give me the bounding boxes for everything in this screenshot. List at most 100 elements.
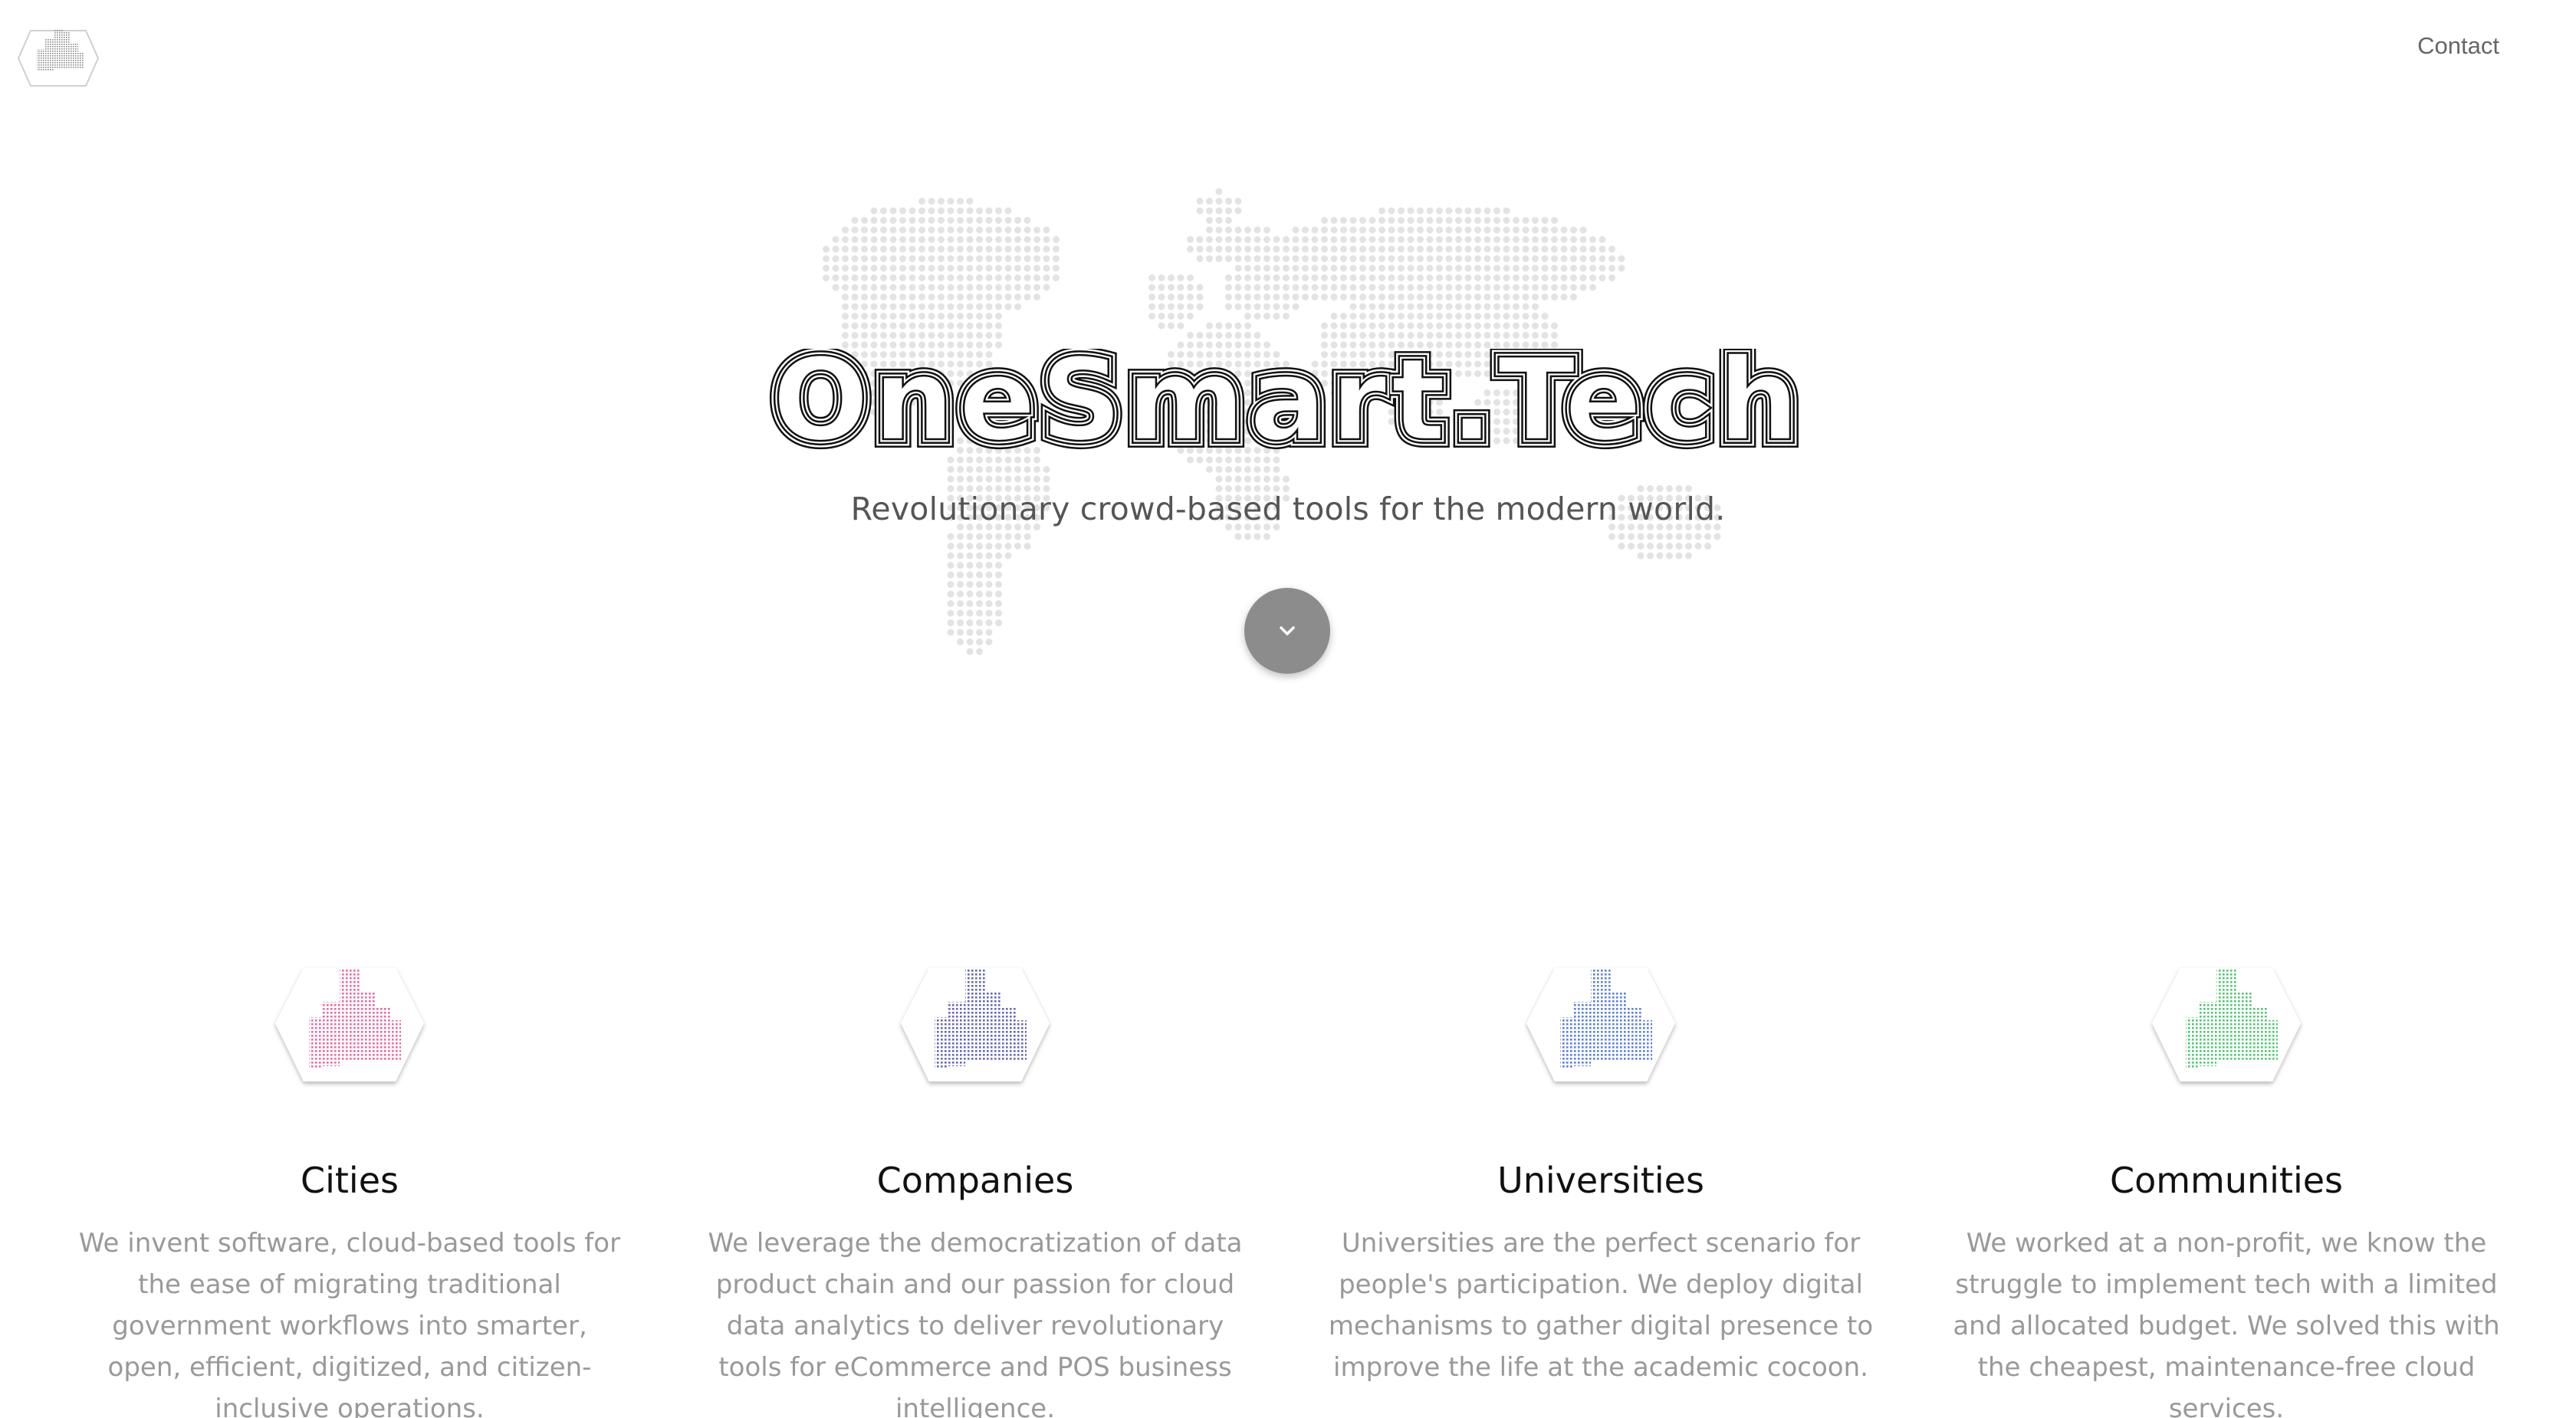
map-dot: [928, 294, 935, 300]
map-dot: [1206, 198, 1213, 205]
map-dot: [1177, 274, 1184, 281]
map-dot: [1388, 236, 1395, 243]
map-dot: [1263, 255, 1270, 262]
map-dot: [1244, 332, 1251, 339]
map-dot: [1004, 552, 1012, 560]
map-dot: [928, 341, 935, 349]
map-dot: [861, 322, 868, 330]
map-dot: [1522, 313, 1530, 320]
map-dot: [1014, 255, 1021, 262]
map-dot: [1004, 226, 1012, 234]
map-dot: [1426, 236, 1434, 243]
map-dot: [1177, 341, 1184, 349]
map-dot: [1330, 294, 1338, 300]
map-dot: [1321, 217, 1328, 224]
map-dot: [1522, 236, 1530, 243]
map-dot: [1464, 207, 1472, 215]
map-dot: [842, 313, 849, 320]
map-dot: [1513, 341, 1520, 349]
map-dot: [976, 533, 983, 540]
map-dot: [1254, 284, 1261, 291]
map-dot: [1311, 294, 1319, 300]
map-dot: [1206, 255, 1213, 262]
map-dot: [1206, 322, 1213, 330]
map-dot: [1024, 217, 1031, 224]
map-dot: [966, 274, 974, 281]
map-dot: [1206, 236, 1213, 243]
map-dot: [995, 217, 1002, 224]
map-dot: [976, 284, 983, 291]
map-dot: [1292, 245, 1300, 253]
map-dot: [1024, 533, 1031, 540]
map-dot: [1302, 284, 1309, 291]
map-dot: [1158, 303, 1165, 310]
map-dot: [1436, 264, 1443, 272]
map-dot: [1608, 245, 1615, 253]
map-dot: [1187, 332, 1194, 339]
map-dot: [1388, 303, 1395, 310]
map-dot: [1234, 284, 1242, 291]
map-dot: [1513, 284, 1520, 291]
feature-description: We worked at a non-profit, we know the s…: [1953, 1228, 2500, 1418]
logo[interactable]: [15, 14, 101, 87]
nav-contact-link[interactable]: Contact: [2417, 32, 2499, 60]
map-dot: [995, 533, 1002, 540]
map-dot: [947, 226, 955, 234]
map-dot: [1407, 207, 1414, 215]
map-dot: [1426, 341, 1434, 349]
map-dot: [1445, 341, 1453, 349]
map-dot: [938, 217, 945, 224]
map-dot: [966, 609, 974, 617]
map-dot: [1043, 236, 1050, 243]
map-dot: [1388, 274, 1395, 281]
map-dot: [995, 581, 1002, 588]
map-dot: [976, 552, 983, 560]
map-dot: [938, 207, 945, 215]
map-dot: [1579, 284, 1587, 291]
map-dot: [1234, 198, 1242, 205]
map-dot: [1033, 226, 1040, 234]
map-dot: [1014, 245, 1021, 253]
map-dot: [1484, 341, 1491, 349]
map-dot: [1168, 303, 1175, 310]
map-dot: [1551, 217, 1558, 224]
map-dot: [1158, 294, 1165, 300]
map-dot: [1426, 313, 1434, 320]
map-dot: [1445, 264, 1453, 272]
map-dot: [1598, 255, 1606, 262]
map-dot: [1378, 284, 1385, 291]
map-dot: [1455, 264, 1462, 272]
map-dot: [918, 322, 925, 330]
map-dot: [1436, 207, 1443, 215]
map-dot: [1330, 236, 1338, 243]
map-dot: [947, 475, 955, 483]
map-dot: [966, 629, 974, 636]
map-dot: [1608, 274, 1615, 281]
map-dot: [1503, 236, 1510, 243]
map-dot: [1541, 284, 1549, 291]
map-dot: [1273, 466, 1280, 473]
map-dot: [861, 236, 868, 243]
map-dot: [1004, 274, 1012, 281]
map-dot: [966, 226, 974, 234]
map-dot: [1273, 274, 1280, 281]
map-dot: [1445, 313, 1453, 320]
map-dot: [1398, 341, 1405, 349]
map-dot: [909, 236, 916, 243]
map-dot: [1254, 274, 1261, 281]
map-dot: [1503, 226, 1510, 234]
map-dot: [1273, 264, 1280, 272]
map-dot: [1417, 207, 1424, 215]
scroll-down-button[interactable]: [1244, 588, 1330, 674]
map-dot: [985, 264, 993, 272]
map-dot: [1206, 245, 1213, 253]
map-dot: [1302, 226, 1309, 234]
map-dot: [976, 341, 983, 349]
map-dot: [851, 236, 859, 243]
map-dot: [1340, 313, 1347, 320]
map-dot: [985, 274, 993, 281]
map-dot: [995, 341, 1002, 349]
map-dot: [966, 562, 974, 569]
map-dot: [1225, 284, 1232, 291]
map-dot: [1618, 543, 1625, 550]
